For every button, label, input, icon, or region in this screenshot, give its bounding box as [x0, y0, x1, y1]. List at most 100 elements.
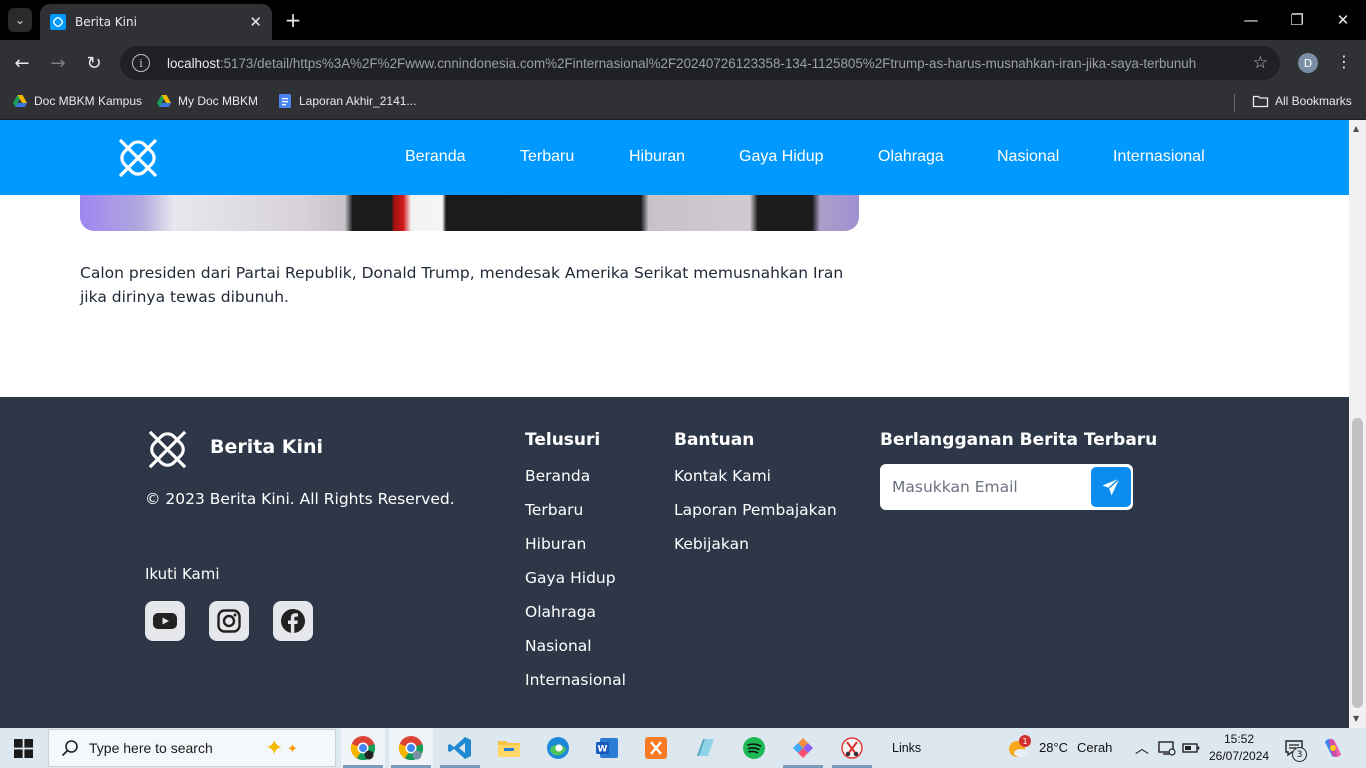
folder-icon — [1252, 95, 1269, 108]
weather-description[interactable]: Cerah — [1077, 740, 1112, 755]
spotify-icon[interactable] — [740, 734, 768, 762]
scroll-down-icon[interactable]: ▼ — [1353, 714, 1359, 723]
footer-link-internasional[interactable]: Internasional — [525, 671, 626, 689]
browser-tab[interactable]: Berita Kini ✕ — [40, 4, 272, 40]
footer-link-kebijakan[interactable]: Kebijakan — [674, 535, 749, 553]
browser-tab-bar: ⌄ Berita Kini ✕ + — ❐ ✕ — [0, 0, 1366, 40]
google-drive-icon — [157, 95, 171, 107]
bookmarks-divider — [1234, 94, 1235, 112]
address-bar[interactable]: i localhost:5173/detail/https%3A%2F%2Fww… — [120, 46, 1280, 80]
footer-link-gaya-hidup[interactable]: Gaya Hidup — [525, 569, 616, 587]
taskbar-search-box[interactable]: Type here to search ✦ ✦ — [48, 729, 336, 767]
chrome-icon[interactable] — [349, 734, 377, 762]
browser-menu-icon[interactable]: ⋮ — [1336, 52, 1352, 71]
clock-time[interactable]: 15:52 — [1224, 732, 1254, 746]
footer-link-terbaru[interactable]: Terbaru — [525, 501, 583, 519]
back-arrow-icon[interactable]: ← — [11, 52, 33, 74]
article-paragraph: Calon presiden dari Partai Republik, Don… — [80, 264, 844, 306]
article-hero-image — [80, 195, 859, 231]
forward-arrow-icon[interactable]: → — [47, 52, 69, 74]
bookmark-doc-mbkm-kampus[interactable]: Doc MBKM Kampus — [12, 93, 142, 109]
show-hidden-icons-icon[interactable]: ︿ — [1135, 738, 1149, 758]
close-window-icon[interactable]: ✕ — [1333, 10, 1353, 30]
bookmark-my-doc-mbkm[interactable]: My Doc MBKM — [156, 93, 258, 109]
scroll-up-icon[interactable]: ▲ — [1353, 124, 1359, 133]
bookmarks-bar: Doc MBKM Kampus My Doc MBKM Laporan Akhi… — [0, 86, 1366, 120]
subscribe-send-button[interactable] — [1091, 467, 1131, 507]
weather-temperature[interactable]: 28°C — [1039, 740, 1068, 755]
footer-link-olahraga[interactable]: Olahraga — [525, 603, 596, 621]
nav-beranda[interactable]: Beranda — [405, 148, 466, 166]
browser-toolbar: ← → ↻ i localhost:5173/detail/https%3A%2… — [0, 40, 1366, 86]
display-icon[interactable] — [1157, 738, 1177, 758]
weather-badge: 1 — [1019, 735, 1031, 747]
profile-avatar[interactable]: D — [1298, 53, 1318, 73]
bookmark-star-icon[interactable]: ☆ — [1253, 53, 1268, 73]
youtube-icon — [153, 613, 177, 629]
footer-copyright: © 2023 Berita Kini. All Rights Reserved. — [145, 490, 455, 508]
restore-icon[interactable]: ❐ — [1287, 10, 1307, 30]
google-drive-icon — [13, 95, 27, 107]
links-toolbar-label[interactable]: Links — [892, 741, 921, 755]
windows-taskbar: Type here to search ✦ ✦ W Links 1 28°C C… — [0, 728, 1366, 768]
word-icon[interactable]: W — [593, 734, 621, 762]
footer-link-laporan-pembajakan[interactable]: Laporan Pembajakan — [674, 501, 837, 519]
minimize-icon[interactable]: — — [1241, 10, 1261, 30]
clock-date[interactable]: 26/07/2024 — [1209, 749, 1269, 763]
help-title: Bantuan — [674, 430, 755, 450]
email-field[interactable] — [892, 466, 1087, 508]
reload-icon[interactable]: ↻ — [83, 52, 105, 74]
notification-count-badge: 3 — [1292, 747, 1307, 762]
berita-kini-logo-icon[interactable] — [115, 135, 161, 181]
vscode-icon[interactable] — [446, 734, 474, 762]
nav-terbaru[interactable]: Terbaru — [520, 148, 574, 166]
nav-olahraga[interactable]: Olahraga — [878, 148, 944, 166]
site-navbar: Beranda Terbaru Hiburan Gaya Hidup Olahr… — [0, 120, 1349, 195]
site-favicon-icon — [50, 14, 66, 30]
search-icon — [61, 740, 78, 757]
nav-hiburan[interactable]: Hiburan — [629, 148, 685, 166]
footer-logo-icon — [148, 430, 187, 469]
footer-link-nasional[interactable]: Nasional — [525, 637, 592, 655]
url-text[interactable]: localhost:5173/detail/https%3A%2F%2Fwww.… — [167, 56, 1245, 71]
new-tab-icon[interactable]: + — [282, 8, 304, 32]
nav-gaya-hidup[interactable]: Gaya Hidup — [739, 148, 824, 166]
svg-text:W: W — [598, 745, 608, 755]
notepad-icon[interactable] — [691, 734, 719, 762]
youtube-link[interactable] — [145, 601, 185, 641]
footer-brand-name: Berita Kini — [210, 436, 324, 458]
snipping-tool-icon[interactable] — [838, 734, 866, 762]
instagram-icon — [217, 609, 241, 633]
subscribe-title: Berlangganan Berita Terbaru — [880, 430, 1158, 450]
close-tab-icon[interactable]: ✕ — [249, 13, 262, 31]
tab-search-button[interactable]: ⌄ — [8, 8, 32, 32]
google-docs-icon — [279, 94, 291, 108]
explore-title: Telusuri — [525, 430, 601, 450]
send-icon — [1102, 477, 1120, 496]
chrome-profile-icon[interactable] — [397, 734, 425, 762]
edge-icon[interactable] — [544, 734, 572, 762]
github-desktop-icon[interactable] — [789, 734, 817, 762]
bookmark-laporan-akhir[interactable]: Laporan Akhir_2141... — [277, 93, 416, 109]
instagram-link[interactable] — [209, 601, 249, 641]
page-scrollbar[interactable]: ▲ ▼ — [1349, 120, 1366, 728]
all-bookmarks-button[interactable]: All Bookmarks — [1252, 93, 1352, 109]
copilot-icon[interactable] — [1321, 736, 1345, 760]
windows-start-icon[interactable] — [14, 739, 33, 758]
chevron-down-icon: ⌄ — [14, 13, 26, 27]
page-viewport: Beranda Terbaru Hiburan Gaya Hidup Olahr… — [0, 120, 1349, 728]
taskbar-search-placeholder: Type here to search — [89, 740, 213, 756]
scrollbar-thumb[interactable] — [1352, 418, 1363, 708]
footer-link-beranda[interactable]: Beranda — [525, 467, 590, 485]
battery-icon[interactable] — [1181, 738, 1201, 758]
nav-internasional[interactable]: Internasional — [1113, 148, 1205, 166]
site-info-icon[interactable]: i — [132, 54, 150, 72]
facebook-link[interactable] — [273, 601, 313, 641]
file-explorer-icon[interactable] — [495, 734, 523, 762]
nav-nasional[interactable]: Nasional — [997, 148, 1059, 166]
xampp-icon[interactable] — [642, 734, 670, 762]
footer-link-kontak-kami[interactable]: Kontak Kami — [674, 467, 771, 485]
footer-link-hiburan[interactable]: Hiburan — [525, 535, 586, 553]
subscribe-form — [880, 464, 1133, 510]
sparkle-icon: ✦ — [287, 742, 298, 757]
